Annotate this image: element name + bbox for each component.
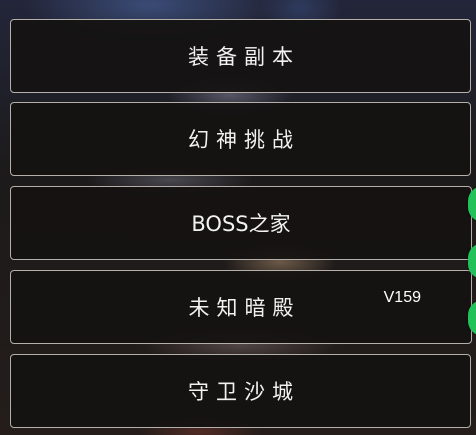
unknown-dark-palace-button[interactable]: 未知暗殿 V159	[10, 270, 472, 344]
equipment-dungeon-label: 装备副本	[188, 45, 300, 69]
vip-level-badge: V159	[383, 289, 421, 306]
guard-sand-city-label: 守卫沙城	[188, 380, 300, 404]
phantom-god-challenge-label: 幻神挑战	[188, 128, 300, 152]
unknown-dark-palace-label: 未知暗殿	[188, 296, 301, 320]
phantom-god-challenge-button[interactable]: 幻神挑战	[10, 102, 471, 176]
equipment-dungeon-button[interactable]: 装备副本	[10, 19, 471, 93]
boss-home-button[interactable]: BOSS之家	[10, 186, 472, 260]
boss-home-label: BOSS之家	[191, 212, 291, 236]
guard-sand-city-button[interactable]: 守卫沙城	[10, 354, 471, 428]
